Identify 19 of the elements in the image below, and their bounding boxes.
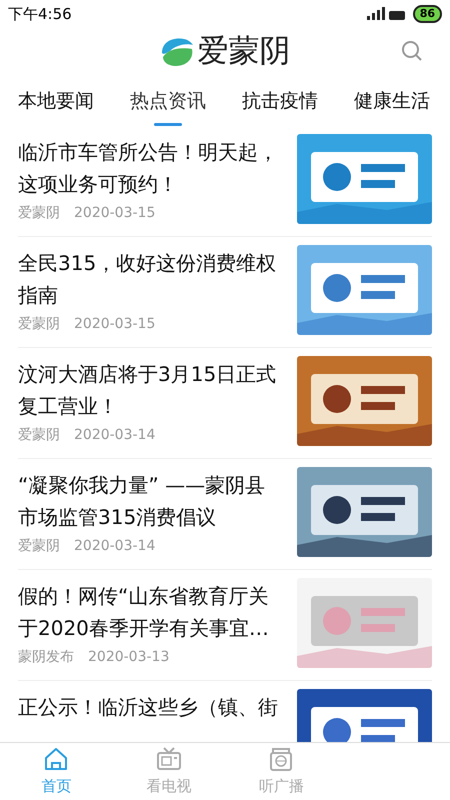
- article-source: 爱蒙阴: [18, 426, 60, 445]
- article-date: 2020-03-13: [88, 648, 170, 667]
- article-source: 爱蒙阴: [18, 537, 60, 556]
- category-tab[interactable]: 健康生活: [354, 89, 430, 113]
- status-time: 下午4:56: [8, 4, 72, 25]
- category-tab[interactable]: 热点资讯: [130, 89, 206, 113]
- category-tab[interactable]: 本地要闻: [18, 89, 94, 113]
- article-source: 爱蒙阴: [18, 204, 60, 223]
- article-date: 2020-03-14: [74, 426, 156, 445]
- article-date: 2020-03-15: [74, 315, 156, 334]
- signal-icon: [366, 7, 407, 21]
- article-source: 爱蒙阴: [18, 315, 60, 334]
- search-icon[interactable]: [401, 40, 423, 62]
- article-date: 2020-03-14: [74, 537, 156, 556]
- article-date: 2020-03-15: [74, 204, 156, 223]
- category-tab[interactable]: 抗击疫情: [242, 89, 318, 113]
- app-title: 爱蒙阴: [198, 36, 290, 66]
- article-source: 蒙阴发布: [18, 648, 74, 667]
- battery-level: 86: [412, 5, 442, 23]
